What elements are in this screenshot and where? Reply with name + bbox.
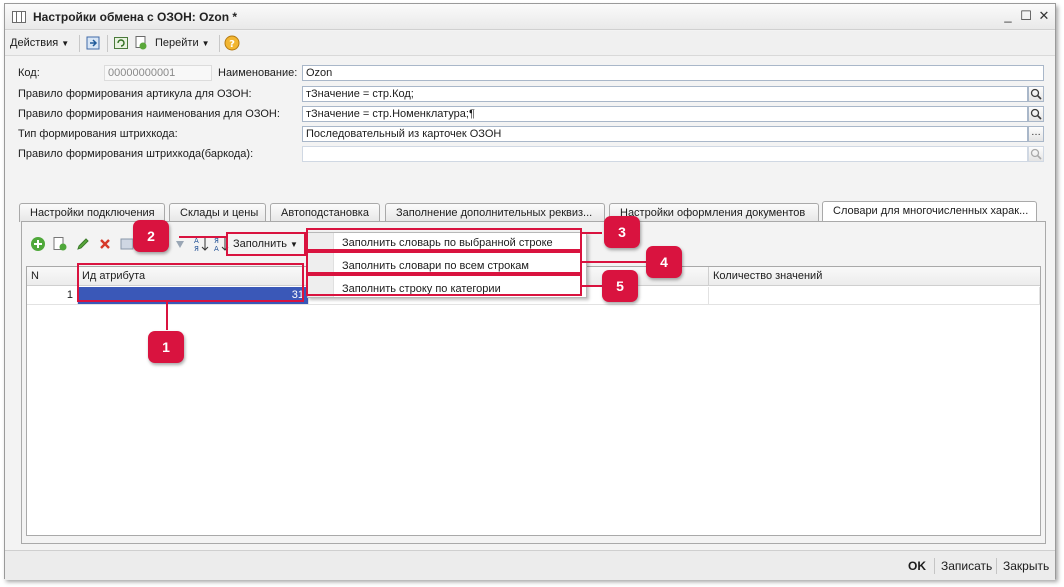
- search-icon: [1030, 88, 1042, 100]
- connector-2: [179, 236, 227, 238]
- column-header-n[interactable]: N: [27, 267, 78, 286]
- highlight-menu-item-1: [306, 228, 582, 251]
- goto-label: Перейти: [155, 37, 199, 49]
- highlight-menu-item-3: [306, 274, 582, 296]
- code-field[interactable]: 00000000001: [104, 65, 212, 81]
- delete-icon[interactable]: [97, 236, 113, 252]
- tab-additional-attributes[interactable]: Заполнение дополнительных реквиз...: [385, 203, 605, 222]
- ellipsis-icon: …: [1031, 127, 1041, 138]
- footer-separator: [934, 558, 935, 574]
- tab-dictionaries[interactable]: Словари для многочисленных харак...: [822, 201, 1037, 222]
- maximize-button[interactable]: ☐: [1017, 8, 1035, 24]
- svg-text:?: ?: [229, 39, 235, 50]
- article-rule-field[interactable]: тЗначение = стр.Код;: [302, 86, 1028, 102]
- save-button[interactable]: Записать: [941, 559, 992, 573]
- svg-text:Я: Я: [194, 245, 199, 253]
- actions-menu[interactable]: Действия ▼: [10, 37, 69, 49]
- close-form-button[interactable]: Закрыть: [1003, 559, 1049, 573]
- name-label: Наименование:: [218, 67, 298, 79]
- barcode-type-label: Тип формирования штрихкода:: [18, 128, 178, 140]
- close-button[interactable]: ✕: [1035, 8, 1053, 24]
- ok-button[interactable]: OK: [908, 559, 926, 573]
- help-icon[interactable]: ?: [224, 35, 240, 51]
- tab-auto-substitution[interactable]: Автоподстановка: [270, 203, 380, 222]
- column-header-values-count[interactable]: Количество значений: [709, 267, 1040, 286]
- move-down-icon[interactable]: [173, 237, 187, 251]
- callout-badge-5: 5: [602, 270, 638, 302]
- connector-1: [166, 302, 168, 330]
- save-close-icon[interactable]: [85, 35, 101, 51]
- code-label: Код:: [18, 67, 40, 79]
- chevron-down-icon: ▼: [201, 39, 210, 48]
- copy-icon[interactable]: [133, 35, 149, 51]
- highlight-menu-item-2: [306, 251, 582, 274]
- toolbar-separator: [79, 35, 80, 52]
- minimize-button[interactable]: _: [999, 8, 1017, 23]
- callout-badge-4: 4: [646, 246, 682, 278]
- form-icon: [12, 11, 26, 23]
- search-icon: [1030, 148, 1042, 160]
- title-bar: Настройки обмена с ОЗОН: Ozon * _ ☐ ✕: [5, 4, 1055, 30]
- name-rule-label: Правило формирования наименования для ОЗ…: [18, 108, 280, 120]
- article-rule-label: Правило формирования артикула для ОЗОН:: [18, 88, 252, 100]
- copy-row-icon[interactable]: [52, 236, 68, 252]
- row-number: 1: [27, 287, 78, 305]
- barcode-type-select-button[interactable]: …: [1028, 126, 1044, 142]
- highlight-fill-button: [226, 232, 306, 256]
- tab-warehouses-prices[interactable]: Склады и цены: [169, 203, 266, 222]
- toolbar-separator: [219, 35, 220, 52]
- footer-separator: [996, 558, 997, 574]
- barcode-type-field[interactable]: Последовательный из карточек ОЗОН: [302, 126, 1028, 142]
- highlight-attr-column: [77, 263, 304, 302]
- main-toolbar: Действия ▼ Перейти ▼ ?: [5, 31, 1055, 56]
- connector-5: [582, 285, 602, 287]
- barcode-rule-label: Правило формирования штрихкода(баркода):: [18, 148, 254, 160]
- callout-badge-1: 1: [148, 331, 184, 363]
- connector-3: [582, 232, 602, 234]
- connector-4: [582, 261, 646, 263]
- svg-text:A: A: [194, 237, 199, 245]
- svg-text:A: A: [214, 245, 219, 253]
- article-rule-search-button[interactable]: [1028, 86, 1044, 102]
- tab-document-settings[interactable]: Настройки оформления документов: [609, 203, 819, 222]
- edit-icon[interactable]: [75, 236, 91, 252]
- reread-icon[interactable]: [113, 35, 129, 51]
- barcode-rule-search-button[interactable]: [1028, 146, 1044, 162]
- attributes-table[interactable]: N Ид атрибута Количество значений 1 31: [26, 266, 1041, 536]
- add-icon[interactable]: [30, 236, 46, 252]
- window-title: Настройки обмена с ОЗОН: Ozon *: [33, 10, 238, 24]
- barcode-rule-field[interactable]: [302, 146, 1028, 162]
- name-rule-search-button[interactable]: [1028, 106, 1044, 122]
- svg-text:Я: Я: [214, 237, 219, 245]
- callout-badge-2: 2: [133, 220, 169, 252]
- name-field[interactable]: Ozon: [302, 65, 1044, 81]
- callout-badge-3: 3: [604, 216, 640, 248]
- chevron-down-icon: ▼: [61, 39, 70, 48]
- values-count-cell[interactable]: [709, 287, 1040, 305]
- search-icon: [1030, 108, 1042, 120]
- form-footer: OK Записать Закрыть: [5, 550, 1055, 580]
- goto-menu[interactable]: Перейти ▼: [155, 37, 210, 49]
- settings-window: Настройки обмена с ОЗОН: Ozon * _ ☐ ✕ Де…: [4, 3, 1056, 580]
- toolbar-separator: [107, 35, 108, 52]
- actions-label: Действия: [10, 37, 59, 49]
- name-rule-field[interactable]: тЗначение = стр.Номенклатура;¶: [302, 106, 1028, 122]
